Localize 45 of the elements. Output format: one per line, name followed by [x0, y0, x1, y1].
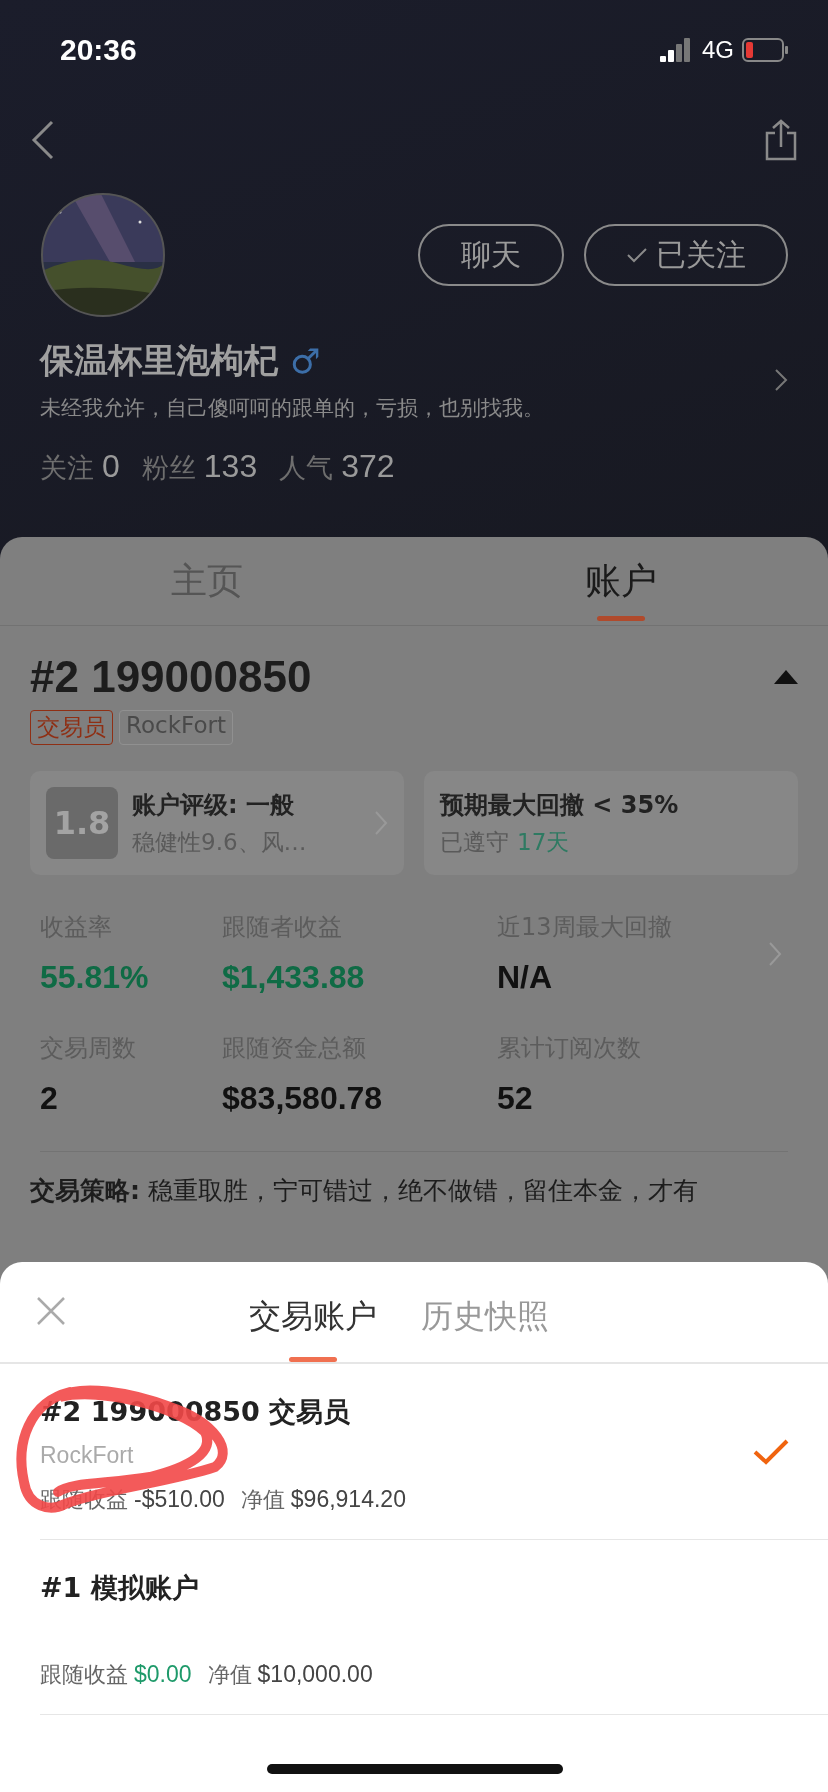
metric-value: 52: [497, 1080, 534, 1117]
chat-button[interactable]: 聊天: [418, 224, 564, 286]
account-tag: 交易员: [30, 710, 113, 745]
metric-value: 55.81%: [40, 959, 150, 996]
account-stat-value: $0.00: [134, 1661, 192, 1687]
bio-text: 未经我允许，自己傻呵呵的跟单的，亏损，也别找我。: [40, 395, 544, 422]
metric-value: 2: [40, 1080, 59, 1117]
account-item[interactable]: #1 模拟账户 跟随收益 $0.00 净值 $10,000.00: [40, 1540, 828, 1715]
stat-value: 133: [203, 448, 258, 484]
account-stat-label: 净值: [240, 1487, 285, 1512]
gender-symbol: ♂: [290, 341, 321, 381]
drawdown-title: 预期最大回撤 < 35%: [440, 789, 680, 821]
stat-label: 粉丝: [141, 452, 196, 483]
drawdown-days: 17天: [517, 828, 570, 855]
chevron-right-icon[interactable]: [774, 368, 788, 392]
account-stat-value: $10,000.00: [257, 1661, 373, 1687]
strategy-text: 交易策略: 稳重取胜，宁可错过，绝不做错，留住本金，才有: [30, 1175, 699, 1207]
account-item-subtitle: RockFort: [40, 1442, 134, 1469]
account-stat-label: 跟随收益: [40, 1662, 128, 1687]
account-stat-value: $96,914.20: [290, 1486, 406, 1512]
followed-button[interactable]: 已关注: [584, 224, 788, 286]
check-icon: [752, 1438, 790, 1466]
stat-label: 人气: [279, 452, 334, 483]
metric-value: N/A: [497, 959, 554, 996]
rating-title: 账户评级: 一般: [132, 789, 295, 821]
back-icon[interactable]: [30, 120, 56, 160]
account-stat-label: 净值: [207, 1662, 252, 1687]
stat-value: 0: [102, 448, 120, 484]
check-icon: [626, 247, 648, 263]
network-label: 4G: [702, 36, 734, 64]
triangle-up-icon[interactable]: [774, 670, 798, 684]
account-stat-value: -$510.00: [134, 1486, 225, 1512]
user-name: 保温杯里泡枸杞: [40, 339, 278, 382]
share-icon[interactable]: [764, 119, 798, 161]
rating-score: 1.8: [46, 787, 118, 859]
battery-icon: [742, 38, 790, 62]
sheet-tab[interactable]: 交易账户: [249, 1262, 377, 1362]
stat-value: 372: [341, 448, 395, 484]
account-title: #2 199000850: [30, 652, 312, 702]
metric-value: $1,433.88: [222, 959, 366, 996]
stat-label: 关注: [40, 452, 94, 483]
tab[interactable]: 账户: [414, 537, 828, 625]
status-time: 20:36: [60, 33, 137, 67]
metric-value: $83,580.78: [222, 1080, 384, 1117]
account-item-title: #1 模拟账户: [40, 1571, 200, 1605]
